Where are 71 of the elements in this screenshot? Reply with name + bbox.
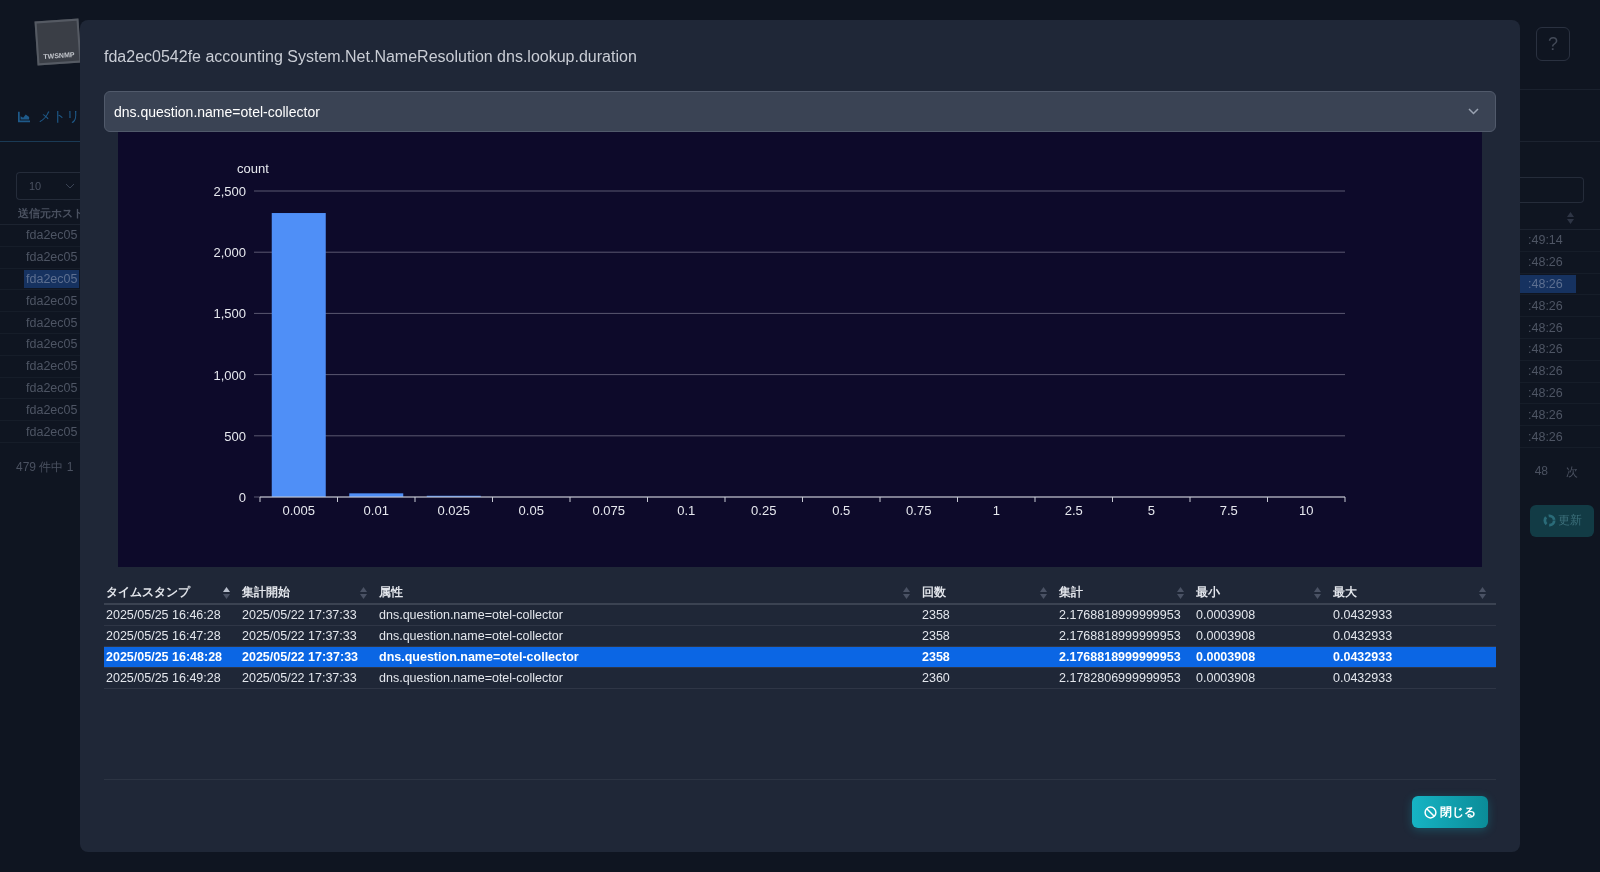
table-cell-text: fda2ec05 — [25, 423, 79, 441]
dialog-title: fda2ec0542fe accounting System.Net.NameResolution dns.lookup.duration — [104, 48, 638, 66]
table-cell-text: 2025/05/25 16:49:28 — [105, 671, 222, 685]
x-tick-label: 0.005 — [282, 503, 315, 518]
y-tick-label: 1,000 — [213, 367, 246, 383]
x-tick-label: 0.1 — [677, 503, 696, 518]
table-cell-text: 0.0432933 — [1332, 671, 1394, 685]
table-cell-text: 0.0003908 — [1195, 650, 1257, 664]
table-cell-text: fda2ec05 — [25, 227, 79, 245]
table-cell-text: :48:26 — [1527, 254, 1564, 272]
table-cell-text: 0.0003908 — [1195, 671, 1257, 685]
x-tick-label: 0.75 — [906, 503, 932, 518]
pagination-info: 479 件中 1 — [15, 458, 75, 476]
x-tick-label: 5 — [1147, 503, 1155, 518]
table-cell-text: :48:26 — [1527, 384, 1564, 402]
x-tick-label: 0.5 — [832, 503, 851, 518]
table-cell-text: 0.0003908 — [1195, 629, 1257, 643]
table-cell: fda2ec05 — [24, 270, 80, 288]
table-cell-text: 2025/05/22 17:37:33 — [241, 629, 358, 643]
x-tick-label: 7.5 — [1219, 503, 1238, 518]
y-tick-label: 2,500 — [213, 184, 246, 199]
table-cell-text: 2025/05/22 17:37:33 — [241, 650, 360, 664]
table-cell-text: :48:26 — [1527, 297, 1564, 315]
table-cell-text: fda2ec05 — [25, 292, 79, 310]
table-cell-text: 2358 — [921, 629, 951, 643]
table-cell-text: 2360 — [921, 671, 951, 685]
table-cell-text: 0.0432933 — [1332, 650, 1394, 664]
table-cell-text: fda2ec05 — [25, 314, 79, 332]
table-cell-text: 0.0432933 — [1332, 608, 1394, 622]
table-cell-text: fda2ec05 — [25, 401, 79, 419]
x-tick-label: 1 — [992, 503, 1000, 518]
table-cell-text: 2358 — [921, 608, 951, 622]
table-cell-text: 2.1768818999999953 — [1058, 629, 1182, 643]
table-cell-text: dns.question.name=otel-collector — [378, 629, 564, 643]
x-tick-label: 0.01 — [363, 503, 389, 518]
table-cell-text: 2025/05/25 16:48:28 — [105, 650, 224, 664]
table-cell-text: :48:26 — [1527, 319, 1564, 337]
table-cell-text: 2.1768818999999953 — [1058, 608, 1182, 622]
table-cell-text: dns.question.name=otel-collector — [378, 608, 564, 622]
x-tick-label: 0.05 — [518, 503, 544, 518]
table-cell-text: fda2ec05 — [25, 249, 79, 267]
table-cell-text: dns.question.name=otel-collector — [378, 650, 580, 664]
table-cell-text: 2.1768818999999953 — [1058, 650, 1182, 664]
table-cell-text: :49:14 — [1527, 232, 1564, 250]
table-cell-text: 2025/05/22 17:37:33 — [241, 608, 358, 622]
y-tick-label: 0 — [238, 490, 246, 505]
table-cell-text: 0.0003908 — [1195, 608, 1257, 622]
y-tick-label: 500 — [224, 428, 246, 444]
table-cell-text: fda2ec05 — [25, 358, 79, 376]
table-cell-text: fda2ec05 — [25, 379, 79, 397]
table-cell-text: 2025/05/25 16:47:28 — [105, 629, 222, 643]
table-cell-text: 2025/05/22 17:37:33 — [241, 671, 358, 685]
table-cell-text: 2025/05/25 16:46:28 — [105, 608, 222, 622]
y-axis-title: count — [237, 161, 269, 176]
x-tick-label: 10 — [1299, 503, 1314, 518]
table-cell-text: 0.0432933 — [1332, 629, 1394, 643]
x-tick-label: 0.075 — [592, 503, 625, 518]
table-cell-text: :48:26 — [1527, 363, 1564, 381]
table-cell-text: 2358 — [921, 650, 951, 664]
table-cell-text: 2.1782806999999953 — [1058, 671, 1182, 685]
table-cell-text: dns.question.name=otel-collector — [378, 671, 564, 685]
table-cell-text: :48:26 — [1527, 406, 1564, 424]
x-tick-label: 0.25 — [751, 503, 777, 518]
x-tick-label: 0.025 — [437, 503, 470, 518]
y-tick-label: 2,000 — [213, 245, 246, 261]
table-cell: :48:26 — [1520, 275, 1576, 293]
table-cell-text: :48:26 — [1527, 341, 1564, 359]
x-tick-label: 2.5 — [1064, 503, 1083, 518]
table-cell-text: fda2ec05 — [25, 336, 79, 354]
table-cell-text: :48:26 — [1527, 428, 1564, 446]
y-tick-label: 1,500 — [213, 306, 246, 322]
